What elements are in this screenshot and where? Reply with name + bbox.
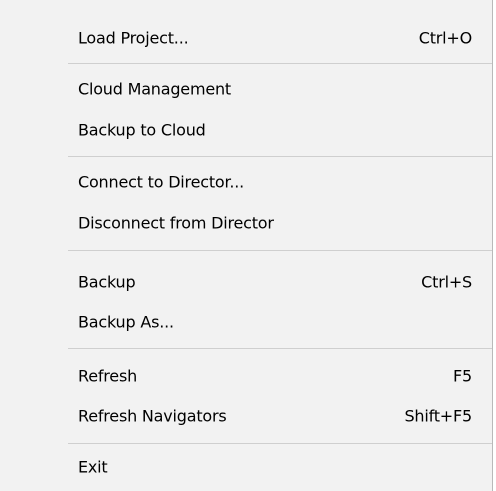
- menu-item-connect-to-director[interactable]: Connect to Director...: [0, 162, 492, 202]
- menu-item-refresh[interactable]: Refresh F5: [0, 356, 492, 396]
- menu-item-shortcut: Shift+F5: [404, 406, 472, 426]
- menu-separator: [68, 63, 492, 64]
- menu-item-backup-to-cloud[interactable]: Backup to Cloud: [0, 110, 492, 150]
- menu-item-label: Connect to Director...: [78, 172, 245, 192]
- menu-item-cloud-management[interactable]: Cloud Management: [0, 69, 492, 109]
- menu-separator: [68, 156, 492, 157]
- menu-item-exit[interactable]: Exit: [0, 447, 492, 487]
- menu-item-label: Refresh Navigators: [78, 406, 227, 426]
- menu-separator: [68, 250, 492, 251]
- menu-item-shortcut: F5: [453, 366, 472, 386]
- menu-separator: [68, 443, 492, 444]
- menu-item-disconnect-from-director[interactable]: Disconnect from Director: [0, 203, 492, 243]
- menu-item-label: Backup As...: [78, 312, 174, 332]
- menu-item-label: Refresh: [78, 366, 138, 386]
- menu-item-backup-as[interactable]: Backup As...: [0, 302, 492, 342]
- menu-item-label: Load Project...: [78, 28, 189, 48]
- menu-item-shortcut: Ctrl+O: [418, 28, 472, 48]
- menu-separator: [68, 348, 492, 349]
- menu-item-backup[interactable]: Backup Ctrl+S: [0, 262, 492, 302]
- menu-item-label: Disconnect from Director: [78, 213, 274, 233]
- menu-item-label: Backup to Cloud: [78, 120, 206, 140]
- menu-item-shortcut: Ctrl+S: [421, 272, 472, 292]
- menu-item-label: Cloud Management: [78, 79, 231, 99]
- file-menu: Load Project... Ctrl+O Cloud Management …: [0, 0, 493, 491]
- menu-item-label: Exit: [78, 457, 108, 477]
- menu-item-label: Backup: [78, 272, 136, 292]
- menu-item-refresh-navigators[interactable]: Refresh Navigators Shift+F5: [0, 396, 492, 436]
- menu-item-load-project[interactable]: Load Project... Ctrl+O: [0, 18, 492, 58]
